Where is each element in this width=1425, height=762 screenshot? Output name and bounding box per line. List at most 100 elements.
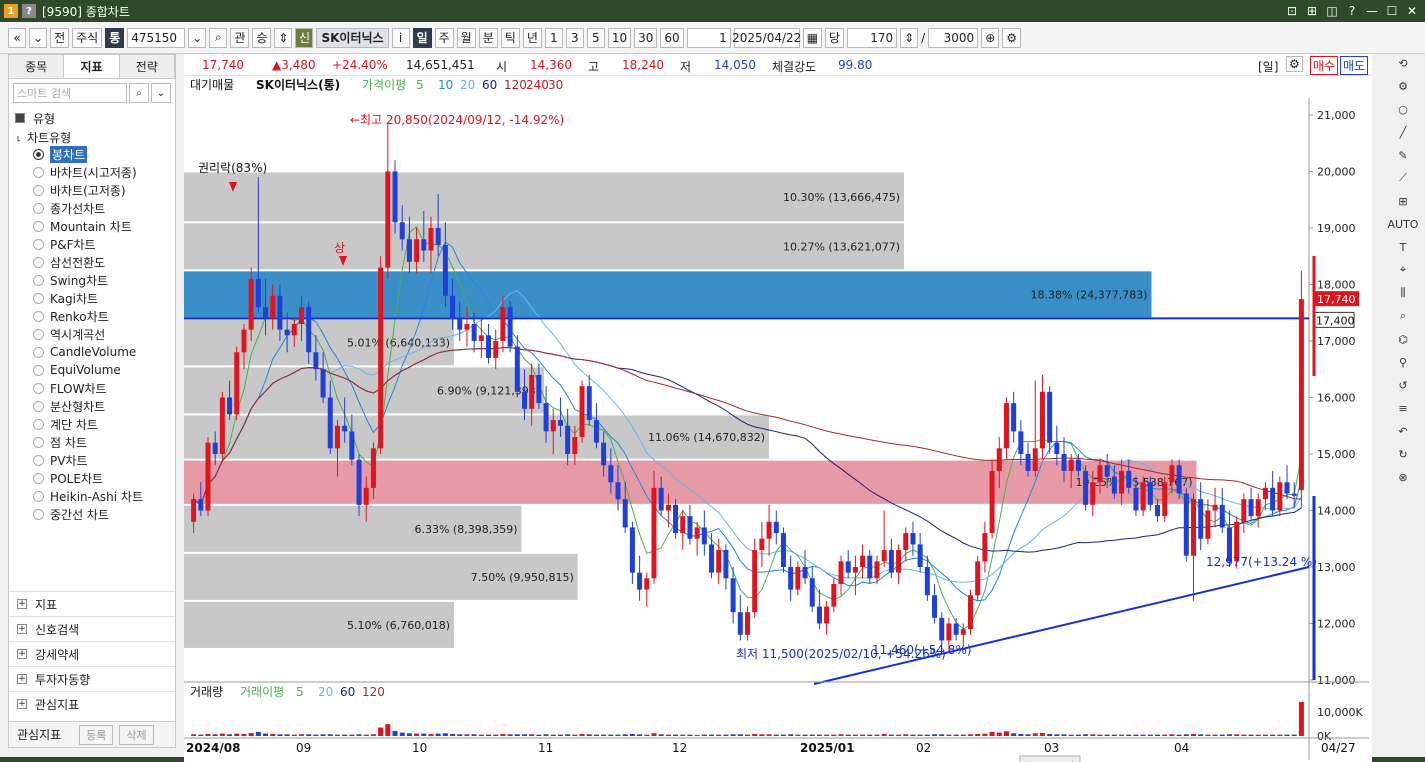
interval-60-button[interactable]: 60 bbox=[660, 27, 684, 48]
zoom-icon[interactable]: ⌕ bbox=[1400, 307, 1406, 325]
chart-type-item[interactable]: Heikin-Ashi 차트 bbox=[9, 487, 175, 505]
chart-type-item[interactable]: 계단 차트 bbox=[9, 415, 175, 433]
settings-gear-icon[interactable]: ⚙ bbox=[1002, 27, 1022, 48]
minimize-button[interactable]: — bbox=[1363, 2, 1381, 20]
chart-type-item[interactable]: 역시계곡선 bbox=[9, 325, 175, 343]
chart-type-item[interactable]: Renko차트 bbox=[9, 307, 175, 325]
expand-icon[interactable]: + bbox=[17, 674, 27, 684]
smart-search-input[interactable]: 스마트 검색 bbox=[13, 83, 127, 103]
chart-type-item[interactable]: 분산형차트 bbox=[9, 397, 175, 415]
chart-settings-icon[interactable]: ⚙ bbox=[1286, 56, 1303, 72]
refresh-icon[interactable]: ⟲ bbox=[1398, 54, 1407, 72]
info-icon[interactable]: i bbox=[391, 27, 410, 48]
updown-icon[interactable]: ⇕ bbox=[274, 27, 293, 48]
column-icon[interactable]: ⫼ bbox=[1400, 284, 1405, 302]
help-badge[interactable]: ? bbox=[22, 4, 36, 18]
radio-icon[interactable] bbox=[33, 274, 44, 286]
chart-type-item[interactable]: PV차트 bbox=[9, 451, 175, 469]
radio-icon[interactable] bbox=[33, 400, 44, 412]
maximize-button[interactable]: ☐ bbox=[1383, 2, 1401, 20]
register-button[interactable]: 등록 bbox=[79, 724, 114, 745]
group-favorite[interactable]: + 관심지표 bbox=[9, 691, 175, 716]
expand-icon[interactable]: ⌄ bbox=[151, 83, 171, 103]
period-minute-tab[interactable]: 분 bbox=[478, 27, 498, 48]
group-signal-search[interactable]: + 신호검색 bbox=[9, 616, 175, 641]
radio-icon[interactable] bbox=[33, 472, 44, 484]
pencil-icon[interactable]: ✎ bbox=[1398, 146, 1407, 164]
nav-prev-button[interactable]: « bbox=[8, 27, 26, 48]
radio-icon[interactable] bbox=[33, 148, 44, 160]
count-stepper[interactable]: ⇕ bbox=[900, 27, 919, 48]
chart-type-item[interactable]: CandleVolume bbox=[9, 343, 175, 361]
grid-icon[interactable]: ⊞ bbox=[1398, 192, 1407, 210]
period-week-tab[interactable]: 주 bbox=[434, 27, 454, 48]
chart-type-item[interactable]: Kagi차트 bbox=[9, 289, 175, 307]
date-input[interactable]: 2025/04/22 bbox=[732, 27, 801, 48]
radio-icon[interactable] bbox=[33, 454, 44, 466]
search-icon[interactable]: ⌕ bbox=[129, 83, 149, 103]
prev-stock-button[interactable]: 전 bbox=[50, 27, 70, 48]
radio-icon[interactable] bbox=[33, 202, 44, 214]
radio-icon[interactable] bbox=[33, 220, 44, 232]
calendar-icon[interactable]: ▦ bbox=[802, 27, 823, 48]
chart-type-item[interactable]: EquiVolume bbox=[9, 361, 175, 379]
radio-icon[interactable] bbox=[33, 310, 44, 322]
magnet-icon[interactable]: ⚲ bbox=[1399, 353, 1407, 371]
stock-code-input[interactable]: 475150 bbox=[127, 27, 186, 48]
circle-icon[interactable]: ○ bbox=[1398, 100, 1408, 118]
radio-icon[interactable] bbox=[33, 328, 44, 340]
radio-icon[interactable] bbox=[33, 436, 44, 448]
chart-type-item[interactable]: 봉차트 bbox=[9, 145, 175, 163]
type-section[interactable]: 유형 bbox=[9, 107, 175, 129]
interval-30-button[interactable]: 30 bbox=[634, 27, 658, 48]
chart-type-item[interactable]: FLOW차트 bbox=[9, 379, 175, 397]
collapse-icon[interactable] bbox=[15, 113, 25, 123]
redo-icon[interactable]: ↻ bbox=[1398, 445, 1407, 463]
tab-indicator[interactable]: 지표 bbox=[64, 55, 120, 78]
line-icon[interactable]: ╱ bbox=[1400, 123, 1407, 141]
price-chart[interactable]: 10.30% (13,666,475) 10.27% (13,621,077) 18… bbox=[184, 76, 1372, 762]
chart-type-subsection[interactable]: ˪ 차트유형 bbox=[9, 129, 175, 145]
chart-type-item[interactable]: Swing차트 bbox=[9, 271, 175, 289]
trend-icon[interactable]: ⟋ bbox=[1399, 169, 1407, 187]
buy-button[interactable]: 매수 bbox=[1310, 56, 1339, 75]
chart-type-item[interactable]: P&F차트 bbox=[9, 235, 175, 253]
market-select[interactable]: 주식 bbox=[72, 27, 103, 48]
period-month-tab[interactable]: 월 bbox=[456, 27, 476, 48]
chart-type-item[interactable]: 삼선전환도 bbox=[9, 253, 175, 271]
radio-icon[interactable] bbox=[33, 418, 44, 430]
radio-icon[interactable] bbox=[33, 238, 44, 250]
radio-icon[interactable] bbox=[33, 508, 44, 520]
tab-stock[interactable]: 종목 bbox=[9, 55, 65, 78]
period-tick-tab[interactable]: 틱 bbox=[500, 27, 520, 48]
nav-down-button[interactable]: ⌄ bbox=[29, 27, 48, 48]
period-year-tab[interactable]: 년 bbox=[522, 27, 542, 48]
group-strength[interactable]: + 강세약세 bbox=[9, 641, 175, 666]
radio-icon[interactable] bbox=[33, 292, 44, 304]
search-icon[interactable]: ⌕ bbox=[209, 27, 228, 48]
menu-icon[interactable]: ≡ bbox=[1398, 399, 1407, 417]
delete-button[interactable]: 삭제 bbox=[119, 724, 154, 745]
radio-icon[interactable] bbox=[33, 490, 44, 502]
settings-icon[interactable]: ⚙ bbox=[1398, 77, 1408, 95]
dang-button[interactable]: 당 bbox=[825, 27, 845, 48]
sell-button[interactable]: 매도 bbox=[1340, 56, 1369, 75]
delete-icon[interactable]: ⊗ bbox=[1398, 468, 1407, 486]
radio-icon[interactable] bbox=[33, 346, 44, 358]
expand-icon[interactable]: + bbox=[17, 699, 27, 709]
chart-type-item[interactable]: 종가선차트 bbox=[9, 199, 175, 217]
radio-icon[interactable] bbox=[33, 364, 44, 376]
period-day-tab[interactable]: 일 bbox=[412, 27, 432, 48]
chart-type-item[interactable]: POLE차트 bbox=[9, 469, 175, 487]
chart-type-item[interactable]: 바차트(고저종) bbox=[9, 181, 175, 199]
help-icon[interactable]: ? bbox=[1343, 2, 1361, 20]
layout-icon[interactable]: ⊞ bbox=[1303, 2, 1321, 20]
chart-type-item[interactable]: 점 차트 bbox=[9, 433, 175, 451]
back-icon[interactable]: ↶ bbox=[1398, 422, 1407, 440]
gwan-button[interactable]: 관 bbox=[230, 27, 250, 48]
radio-icon[interactable] bbox=[33, 166, 44, 178]
chart-type-item[interactable]: 바차트(시고저종) bbox=[9, 163, 175, 181]
tong-toggle[interactable]: 통 bbox=[105, 27, 125, 48]
seung-button[interactable]: 승 bbox=[252, 27, 272, 48]
undo-icon[interactable]: ↺ bbox=[1398, 376, 1407, 394]
